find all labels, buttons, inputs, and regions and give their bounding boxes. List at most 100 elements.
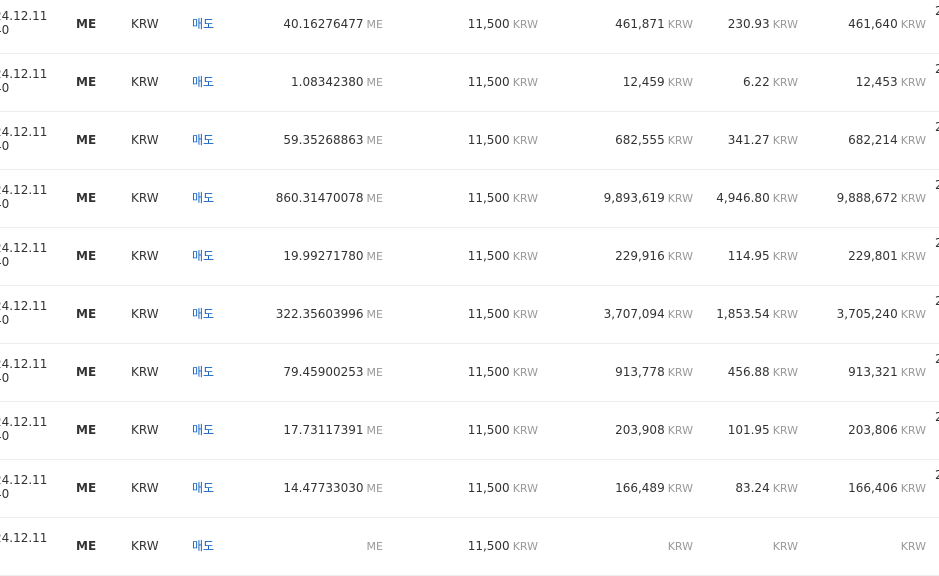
quantity-unit: ME xyxy=(366,18,383,31)
trade-fee: 341.27 KRW xyxy=(728,112,798,169)
trade-price: 11,500 KRW xyxy=(468,112,538,169)
coin-symbol: ME xyxy=(76,191,97,205)
amount-unit: KRW xyxy=(667,366,693,379)
trade-fee: 230.93 KRW xyxy=(728,0,798,53)
amount-value: 3,707,094 xyxy=(603,307,665,321)
trade-fee: 4,946.80 KRW xyxy=(716,170,798,227)
settlement-unit: KRW xyxy=(900,482,926,495)
price-value: 11,500 xyxy=(467,17,510,31)
trade-datetime: 24.12.11 40 xyxy=(0,241,47,269)
coin-symbol: ME xyxy=(76,133,97,147)
trade-date: 24.12.11 xyxy=(0,183,48,197)
trade-datetime: 24.12.11 40 xyxy=(0,415,47,443)
trade-amount: 461,871 KRW xyxy=(615,0,693,53)
price-value: 11,500 xyxy=(467,133,510,147)
market-currency: KRW xyxy=(131,365,159,379)
market-currency: KRW xyxy=(131,249,159,263)
quantity-unit: ME xyxy=(366,482,383,495)
amount-unit: KRW xyxy=(667,76,693,89)
trade-type: 매도 xyxy=(192,191,215,205)
coin-symbol: ME xyxy=(76,365,97,379)
trade-type: 매도 xyxy=(192,75,215,89)
price-unit: KRW xyxy=(512,308,538,321)
coin-symbol: ME xyxy=(76,539,97,553)
settlement-value: 913,321 xyxy=(848,365,898,379)
market-currency: KRW xyxy=(131,191,159,205)
settlement-amount: 12,453 KRW xyxy=(856,54,926,111)
table-row[interactable]: 24.12.11 40 ME KRW 매도 322.35603996ME 11,… xyxy=(0,286,939,344)
coin-symbol: ME xyxy=(76,75,97,89)
table-row[interactable]: 24.12.11 40 ME KRW 매도 79.45900253ME 11,5… xyxy=(0,344,939,402)
table-row[interactable]: 24.12.11 40 ME KRW 매도 17.73117391ME 11,5… xyxy=(0,402,939,460)
price-value: 11,500 xyxy=(467,307,510,321)
amount-value: 12,459 xyxy=(622,75,665,89)
settlement-unit: KRW xyxy=(900,250,926,263)
trade-datetime: 24.12.11 40 xyxy=(0,67,47,95)
settlement-unit: KRW xyxy=(900,540,926,553)
settlement-amount: 3,705,240 KRW xyxy=(837,286,926,343)
trade-quantity: 322.35603996 ME xyxy=(276,286,383,343)
coin-symbol: ME xyxy=(76,423,97,437)
trade-quantity: 40.16276477 ME xyxy=(283,0,383,53)
settlement-amount: 9,888,672 KRW xyxy=(837,170,926,227)
settlement-amount: 913,321 KRW xyxy=(848,344,926,401)
next-column-fragment: 2 xyxy=(935,410,939,424)
trade-datetime: 24.12.11 40 xyxy=(0,357,47,385)
quantity-value: 40.16276477 xyxy=(283,17,364,31)
trade-datetime: 24.12.11 40 xyxy=(0,9,47,37)
settlement-amount: 682,214 KRW xyxy=(848,112,926,169)
amount-unit: KRW xyxy=(667,134,693,147)
trade-price: 11,500 KRW xyxy=(468,228,538,285)
price-unit: KRW xyxy=(512,424,538,437)
market-currency: KRW xyxy=(131,17,159,31)
price-unit: KRW xyxy=(512,76,538,89)
trade-date: 24.12.11 xyxy=(0,415,48,429)
trade-time: 40 xyxy=(0,313,10,327)
fee-value: 101.95 xyxy=(727,423,770,437)
market-currency: KRW xyxy=(131,481,159,495)
trade-time: 40 xyxy=(0,197,10,211)
trade-datetime: 24.12.11 40 xyxy=(0,473,47,501)
fee-value: 83.24 xyxy=(735,481,770,495)
next-column-fragment: 2 xyxy=(935,120,939,134)
trade-date: 24.12.11 xyxy=(0,299,48,313)
trade-type: 매도 xyxy=(192,307,215,321)
trade-date: 24.12.11 xyxy=(0,125,48,139)
trade-amount: 913,778 KRW xyxy=(615,344,693,401)
trade-amount: 166,489 KRW xyxy=(615,460,693,517)
quantity-unit: ME xyxy=(366,366,383,379)
table-row[interactable]: 24.12.11 40 ME KRW 매도 59.35268863ME 11,5… xyxy=(0,112,939,170)
quantity-value: 19.99271780 xyxy=(283,249,364,263)
price-unit: KRW xyxy=(512,250,538,263)
quantity-value: 322.35603996 xyxy=(275,307,364,321)
price-unit: KRW xyxy=(512,192,538,205)
table-row[interactable]: 24.12.11 40 ME KRW 매도 40.16276477ME 11,5… xyxy=(0,0,939,54)
trade-amount: 3,707,094 KRW xyxy=(604,286,693,343)
next-column-fragment: 2 xyxy=(935,352,939,366)
price-value: 11,500 xyxy=(467,191,510,205)
trade-date: 24.12.11 xyxy=(0,473,48,487)
amount-unit: KRW xyxy=(667,482,693,495)
amount-value: 229,916 xyxy=(615,249,665,263)
settlement-value: 461,640 xyxy=(848,17,898,31)
table-row[interactable]: 24.12.11 40 ME KRW 매도 1.08342380ME 11,50… xyxy=(0,54,939,112)
trade-date: 24.12.11 xyxy=(0,67,48,81)
next-column-fragment: 2 xyxy=(935,4,939,18)
settlement-value: 9,888,672 xyxy=(836,191,898,205)
settlement-unit: KRW xyxy=(900,134,926,147)
quantity-value: 860.31470078 xyxy=(275,191,364,205)
quantity-unit: ME xyxy=(366,424,383,437)
amount-value: 461,871 xyxy=(615,17,665,31)
table-row[interactable]: 24.12.11 40 ME KRW 매도 19.99271780ME 11,5… xyxy=(0,228,939,286)
table-row[interactable]: 24.12.11 40 ME KRW 매도 14.47733030ME 11,5… xyxy=(0,460,939,518)
settlement-unit: KRW xyxy=(900,18,926,31)
table-row[interactable]: 24.12.11 ME KRW 매도 ME 11,500KRW KRW KRW … xyxy=(0,518,939,576)
settlement-unit: KRW xyxy=(900,76,926,89)
trade-fee: 6.22 KRW xyxy=(743,54,798,111)
trade-type: 매도 xyxy=(192,249,215,263)
trade-date: 24.12.11 xyxy=(0,241,48,255)
next-column-fragment: 2 xyxy=(935,294,939,308)
trade-fee: 1,853.54 KRW xyxy=(716,286,798,343)
table-row[interactable]: 24.12.11 40 ME KRW 매도 860.31470078ME 11,… xyxy=(0,170,939,228)
fee-unit: KRW xyxy=(772,192,798,205)
